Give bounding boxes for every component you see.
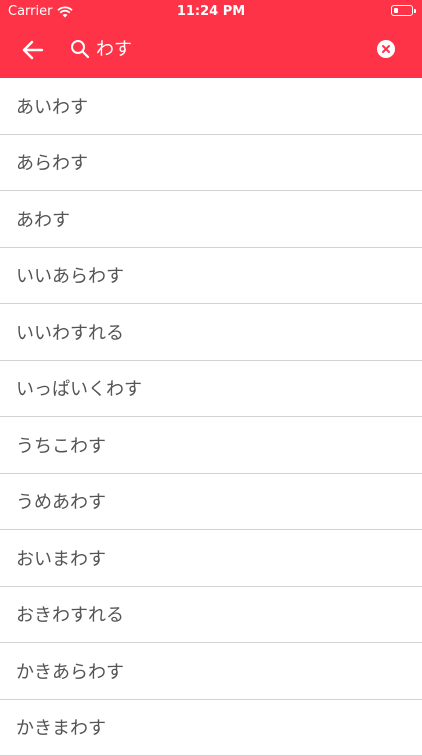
search-icon bbox=[70, 39, 90, 59]
list-item[interactable]: うめあわす bbox=[0, 474, 422, 531]
search-bar: わす bbox=[0, 22, 422, 78]
list-item[interactable]: あらわす bbox=[0, 135, 422, 192]
list-item[interactable]: おいまわす bbox=[0, 530, 422, 587]
list-item[interactable]: いいわすれる bbox=[0, 304, 422, 361]
list-item[interactable]: おきわすれる bbox=[0, 587, 422, 644]
clear-icon bbox=[377, 40, 395, 58]
list-item[interactable]: かきまわす bbox=[0, 700, 422, 756]
clock: 11:24 PM bbox=[0, 4, 422, 19]
search-input[interactable]: わす bbox=[96, 35, 132, 61]
back-arrow-icon[interactable] bbox=[20, 37, 46, 63]
results-list: あいわす あらわす あわす いいあらわす いいわすれる いっぱいくわす うちこわ… bbox=[0, 78, 422, 756]
app-header: Carrier 11:24 PM わす bbox=[0, 0, 422, 78]
list-item[interactable]: あわす bbox=[0, 191, 422, 248]
list-item[interactable]: かきあらわす bbox=[0, 643, 422, 700]
status-bar: Carrier 11:24 PM bbox=[0, 0, 422, 22]
list-item[interactable]: いっぱいくわす bbox=[0, 361, 422, 418]
list-item[interactable]: あいわす bbox=[0, 78, 422, 135]
clear-search-button[interactable] bbox=[377, 40, 395, 58]
list-item[interactable]: うちこわす bbox=[0, 417, 422, 474]
list-item[interactable]: いいあらわす bbox=[0, 248, 422, 305]
battery-icon bbox=[391, 5, 413, 16]
battery-level bbox=[394, 8, 398, 13]
